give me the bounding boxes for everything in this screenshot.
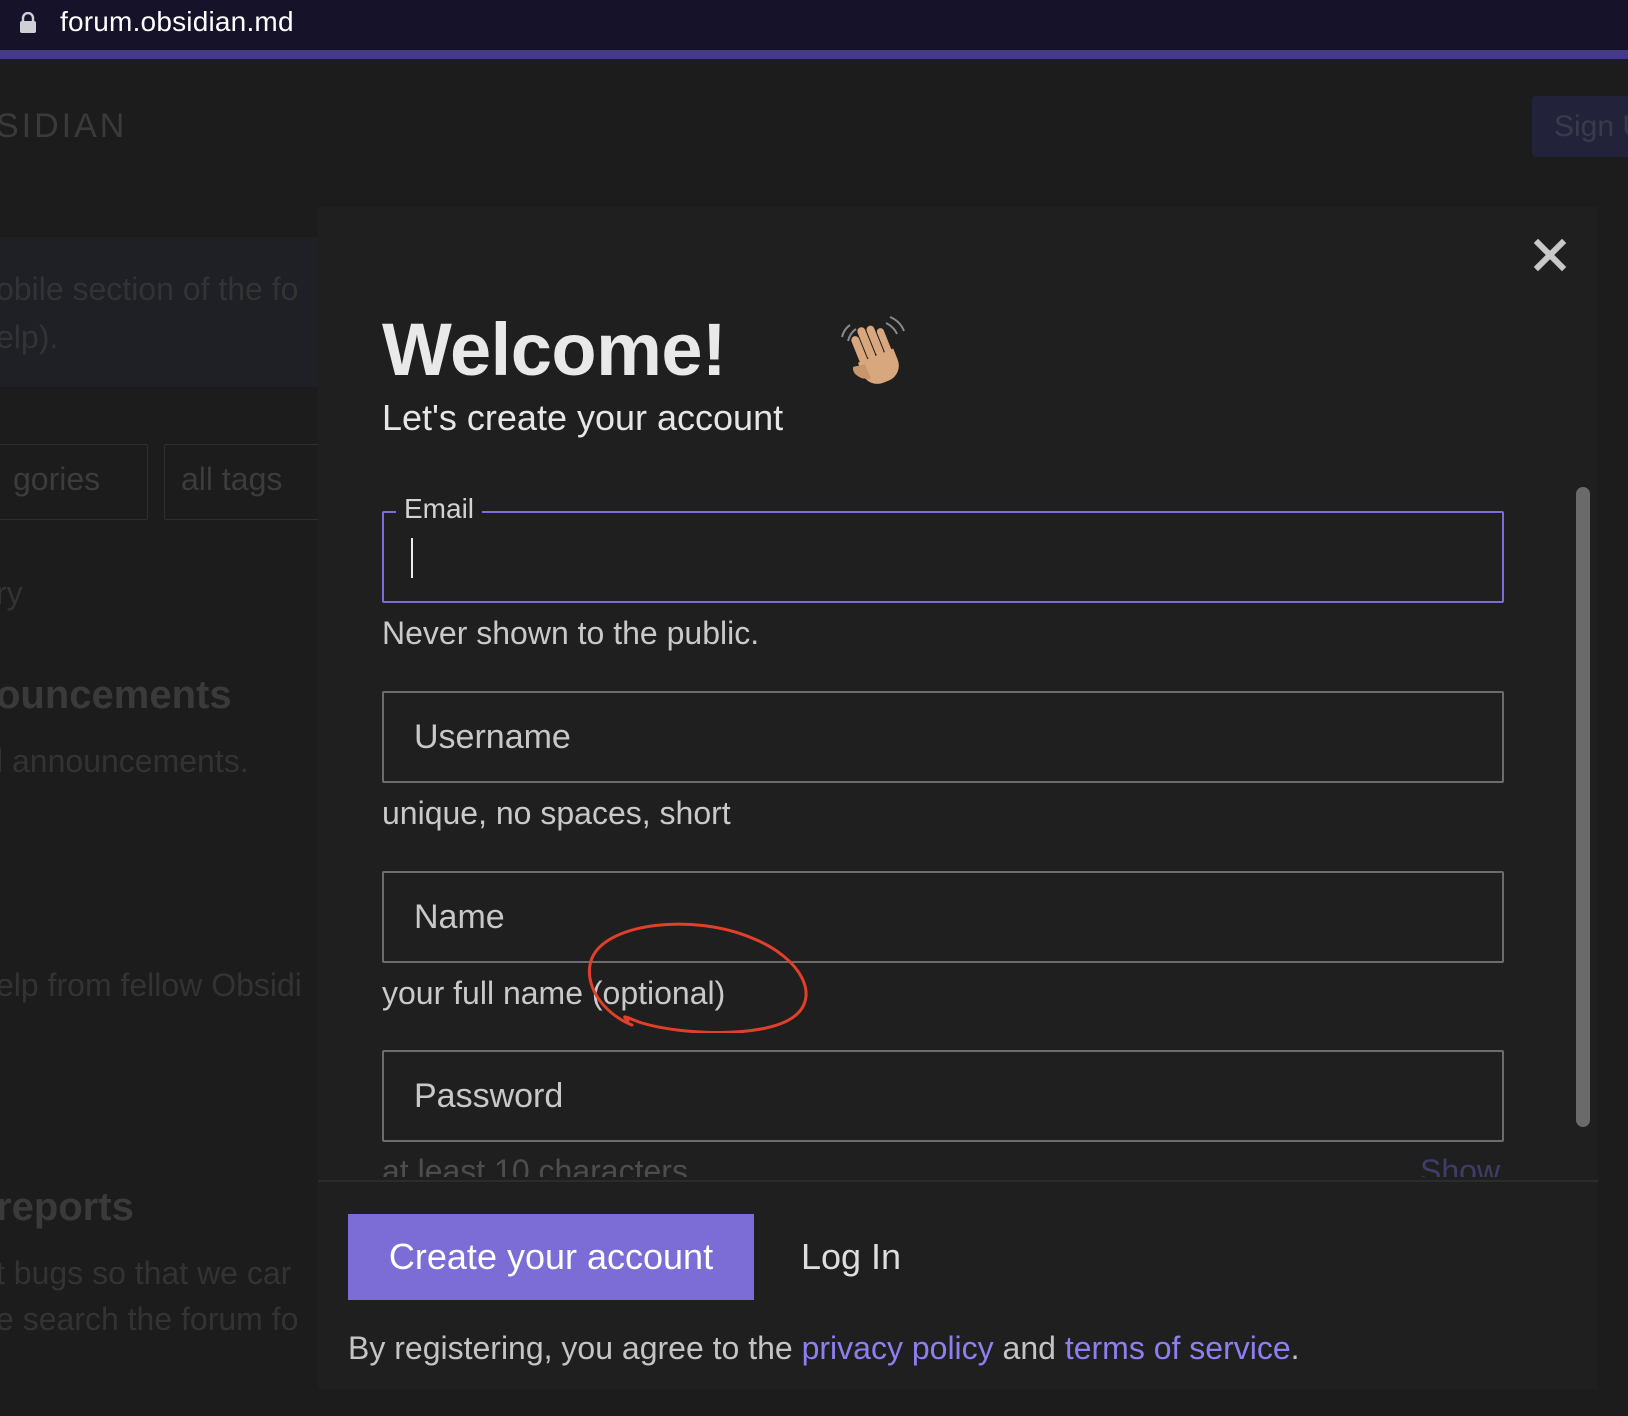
- email-input[interactable]: [384, 513, 1502, 601]
- announcements-desc: l announcements.: [0, 743, 249, 779]
- browser-address-bar[interactable]: forum.obsidian.md: [0, 0, 1628, 50]
- modal-footer: Create your account Log In By registerin…: [318, 1180, 1598, 1389]
- create-account-button[interactable]: Create your account: [348, 1214, 754, 1300]
- banner: [0, 237, 320, 387]
- waving-hand-icon: [841, 316, 905, 384]
- signup-button: Sign U: [1532, 96, 1628, 157]
- banner-text-1: obile section of the fo: [0, 271, 299, 307]
- help-desc: elp from fellow Obsidi: [0, 967, 302, 1003]
- categories-chip-label: gories: [13, 461, 101, 497]
- tags-chip-label: all tags: [181, 461, 283, 497]
- modal-subtitle: Let's create your account: [382, 397, 784, 438]
- username-hint: unique, no spaces, short: [382, 795, 731, 831]
- privacy-policy-link[interactable]: privacy policy: [802, 1330, 994, 1366]
- name-field[interactable]: [382, 871, 1504, 963]
- category-label: ry: [0, 575, 23, 611]
- email-hint: Never shown to the public.: [382, 615, 760, 651]
- signup-label: Sign U: [1554, 110, 1628, 143]
- loading-bar: [0, 50, 1628, 59]
- tags-chip: all tags: [164, 444, 334, 520]
- login-button[interactable]: Log In: [786, 1214, 916, 1300]
- legal-and: and: [993, 1330, 1065, 1366]
- legal-prefix: By registering, you agree to the: [348, 1330, 802, 1366]
- password-field[interactable]: [382, 1050, 1504, 1142]
- browser-url[interactable]: forum.obsidian.md: [60, 6, 294, 38]
- legal-suffix: .: [1290, 1330, 1300, 1366]
- reports-title: reports: [0, 1185, 134, 1229]
- categories-chip: gories: [0, 444, 148, 520]
- username-field[interactable]: [382, 691, 1504, 783]
- site-logo: SIDIAN: [0, 107, 128, 145]
- legal-notice: By registering, you agree to the privacy…: [348, 1330, 1300, 1367]
- signup-modal: Welcome! Let's create your account Email…: [318, 207, 1598, 1389]
- name-input[interactable]: [384, 873, 1502, 961]
- name-hint: your full name (optional): [382, 975, 726, 1011]
- modal-scrollbar[interactable]: [1576, 487, 1590, 1127]
- announcements-title: ouncements: [0, 673, 232, 717]
- password-input[interactable]: [384, 1052, 1502, 1140]
- lock-icon: [20, 12, 36, 33]
- banner-text-2: elp).: [0, 319, 59, 355]
- modal-title: Welcome!: [382, 308, 727, 391]
- reports-desc-1: t bugs so that we car: [0, 1255, 292, 1291]
- show-password-toggle[interactable]: Show: [1420, 1153, 1500, 1177]
- terms-of-service-link[interactable]: terms of service: [1065, 1330, 1291, 1366]
- password-hint: at least 10 characters: [382, 1153, 688, 1177]
- username-input[interactable]: [384, 693, 1502, 781]
- modal-body[interactable]: Welcome! Let's create your account Email…: [318, 207, 1598, 1177]
- email-field[interactable]: Email: [382, 493, 1504, 603]
- reports-desc-2: e search the forum fo: [0, 1301, 299, 1337]
